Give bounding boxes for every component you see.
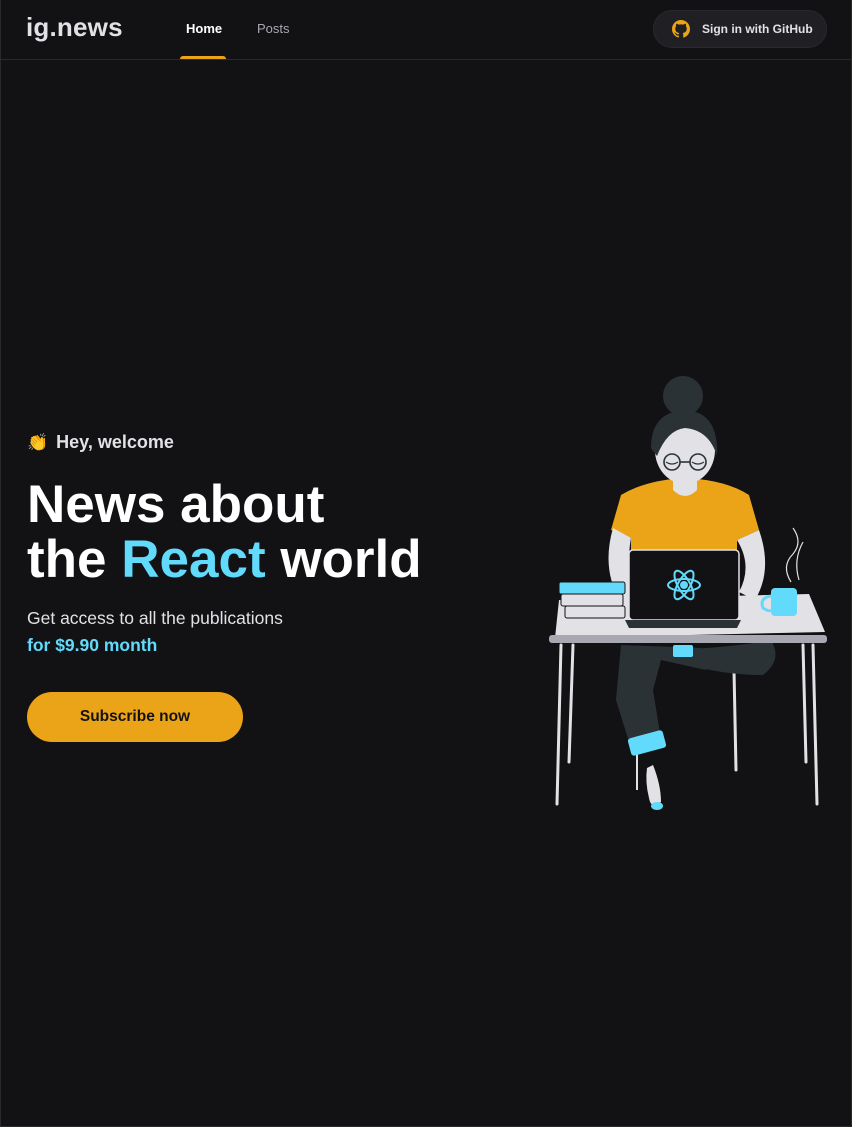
sign-in-github-button[interactable]: Sign in with GitHub — [653, 10, 827, 48]
sign-in-github-label: Sign in with GitHub — [702, 22, 813, 36]
headline: News about the React world — [27, 477, 467, 587]
headline-prefix: the — [27, 530, 107, 589]
nav-home[interactable]: Home — [186, 21, 222, 36]
logo[interactable]: ig.news — [26, 12, 123, 43]
waving-hand-icon: 👏 — [27, 432, 49, 452]
subtext-line: Get access to all the publications — [27, 608, 283, 628]
subscribe-button[interactable]: Subscribe now — [27, 692, 243, 742]
page: ig.news Home Posts Sign in with GitHub 👏… — [0, 0, 852, 1127]
nav-active-indicator — [180, 56, 226, 59]
woman-coding-at-desk-illustration — [549, 376, 827, 810]
headline-accent: React — [121, 530, 266, 589]
books — [558, 581, 626, 619]
top-bar: ig.news Home Posts Sign in with GitHub — [1, 0, 851, 60]
price-text: for $9.90 month — [27, 635, 158, 655]
hair-bun — [663, 376, 703, 416]
greeting-text: Hey, welcome — [56, 432, 174, 452]
headline-line1: News about — [27, 475, 325, 534]
headline-suffix: world — [280, 530, 422, 589]
hero-content: 👏 Hey, welcome News about the React worl… — [27, 432, 467, 742]
github-icon — [672, 20, 690, 38]
subtext: Get access to all the publications for $… — [27, 605, 467, 659]
sock — [646, 765, 661, 806]
desk-legs — [555, 643, 819, 806]
nav-posts[interactable]: Posts — [257, 21, 290, 36]
greeting: 👏 Hey, welcome — [27, 432, 467, 453]
